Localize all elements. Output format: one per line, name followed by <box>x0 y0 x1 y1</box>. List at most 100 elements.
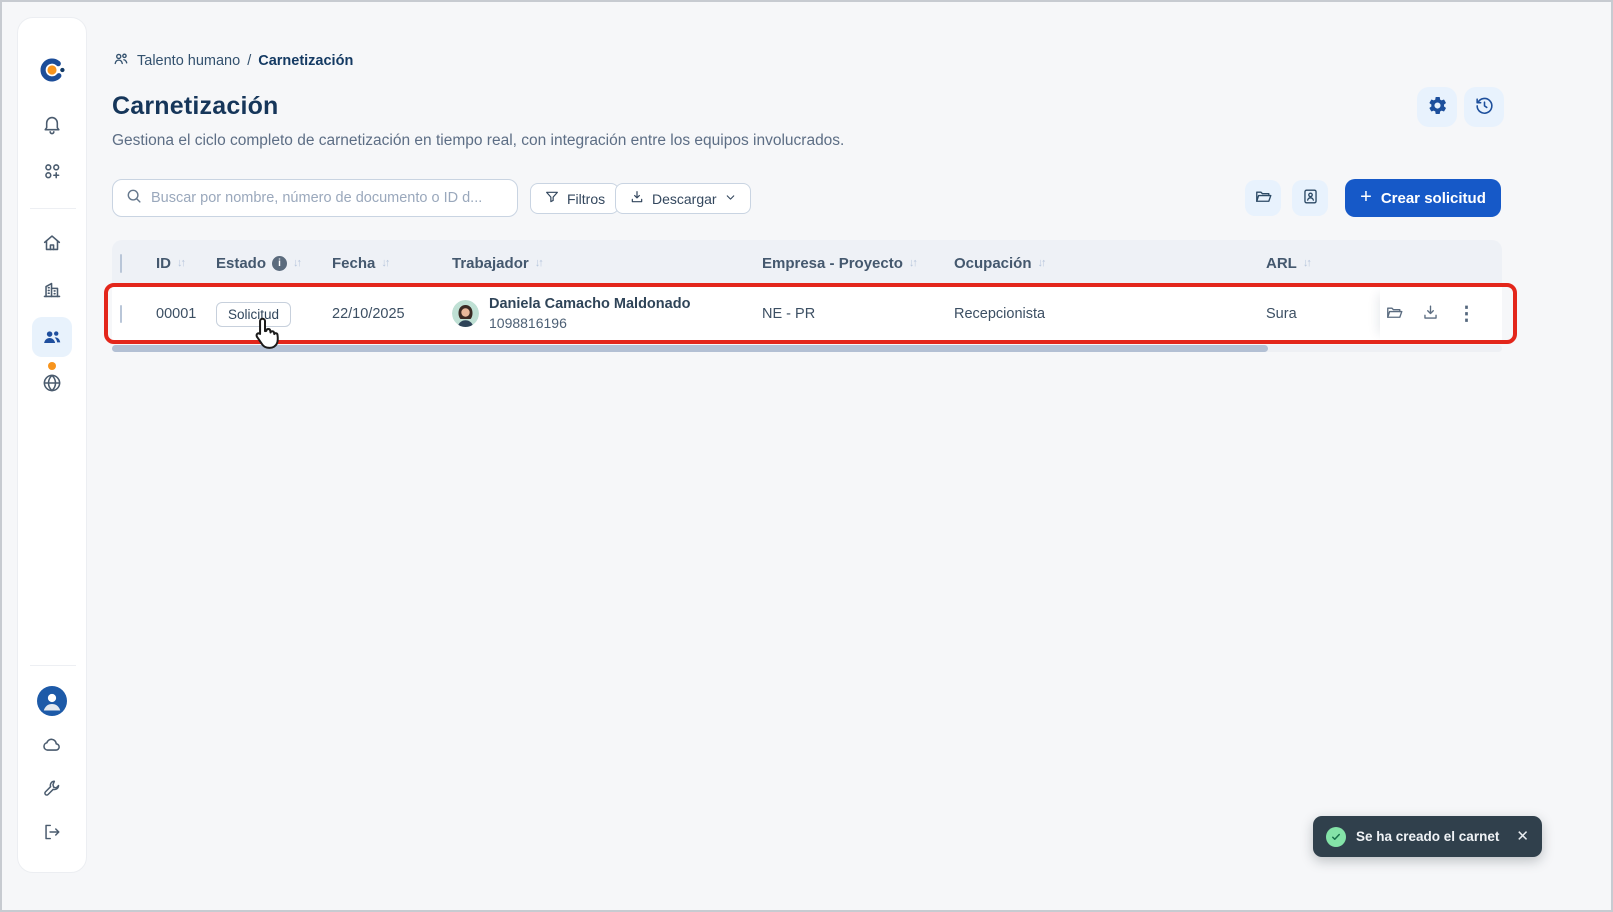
avatar-icon <box>37 686 67 716</box>
apps-grid-icon <box>41 160 63 182</box>
breadcrumb-talento-humano[interactable]: Talento humano <box>137 53 240 69</box>
sidebar-item-talento-humano[interactable] <box>32 317 72 357</box>
sidebar-item-cloud[interactable] <box>41 734 63 756</box>
page-title: Carnetización <box>112 92 279 121</box>
column-header-arl[interactable]: ARL ↓↑ <box>1266 255 1380 272</box>
sort-icon[interactable]: ↓↑ <box>909 257 916 269</box>
worker-name: Daniela Camacho Maldonado <box>489 295 690 315</box>
row-menu-icon[interactable]: ⋮ <box>1457 305 1476 324</box>
success-check-icon <box>1326 827 1346 847</box>
cell-empresa-proyecto: NE - PR <box>762 306 954 322</box>
gear-icon <box>1427 95 1448 119</box>
sidebar-item-home[interactable] <box>41 232 63 254</box>
sidebar-item-notifications[interactable] <box>41 113 63 135</box>
chevron-down-icon <box>724 191 737 207</box>
filters-label: Filtros <box>567 191 605 207</box>
sort-icon[interactable]: ↓↑ <box>1038 257 1045 269</box>
create-request-button[interactable]: + Crear solicitud <box>1345 179 1501 217</box>
download-label: Descargar <box>652 191 717 207</box>
sidebar-item-company[interactable] <box>41 279 63 301</box>
sidebar-item-logout[interactable] <box>42 822 63 843</box>
sidebar-user-avatar[interactable] <box>37 686 67 716</box>
sidebar-item-apps[interactable] <box>41 160 63 182</box>
column-header-estado[interactable]: Estado i ↓↑ <box>216 255 332 272</box>
create-request-label: Crear solicitud <box>1381 190 1486 207</box>
column-header-empresa-proyecto[interactable]: Empresa - Proyecto ↓↑ <box>762 255 954 272</box>
sidebar-divider <box>30 665 76 666</box>
users-icon <box>41 326 63 348</box>
sort-icon[interactable]: ↓↑ <box>177 257 184 269</box>
wrench-icon <box>42 778 63 799</box>
cell-fecha: 22/10/2025 <box>332 306 452 322</box>
column-label: Empresa - Proyecto <box>762 255 903 272</box>
sidebar-item-global[interactable] <box>41 372 63 394</box>
search-icon <box>125 187 143 210</box>
cell-ocupacion: Recepcionista <box>954 306 1266 322</box>
column-label: ARL <box>1266 255 1297 272</box>
filter-icon <box>544 189 560 208</box>
column-label: Fecha <box>332 255 375 272</box>
worker-avatar <box>452 300 479 327</box>
logo-icon <box>39 57 66 84</box>
row-checkbox[interactable] <box>120 305 122 323</box>
column-header-fecha[interactable]: Fecha ↓↑ <box>332 255 452 272</box>
building-icon <box>41 279 63 301</box>
sort-icon[interactable]: ↓↑ <box>1303 257 1310 269</box>
breadcrumb-current: Carnetización <box>258 53 353 69</box>
settings-button[interactable] <box>1417 87 1457 127</box>
worker-document: 1098816196 <box>489 314 690 333</box>
sort-icon[interactable]: ↓↑ <box>535 257 542 269</box>
breadcrumb: Talento humano / Carnetización <box>112 50 353 72</box>
page-subtitle: Gestiona el ciclo completo de carnetizac… <box>112 132 844 150</box>
plus-icon: + <box>1360 187 1372 207</box>
column-label: ID <box>156 255 171 272</box>
id-badge-tool-button[interactable] <box>1292 180 1328 216</box>
table-header: ID ↓↑ Estado i ↓↑ Fecha ↓↑ Trabajador ↓↑… <box>112 240 1502 286</box>
row-download-icon[interactable] <box>1421 303 1440 326</box>
cloud-icon <box>41 734 63 756</box>
column-label: Trabajador <box>452 255 529 272</box>
bell-icon <box>41 113 63 135</box>
search-bar <box>112 179 518 217</box>
status-badge[interactable]: Solicitud <box>216 302 291 327</box>
close-icon[interactable]: ✕ <box>1516 829 1529 844</box>
globe-icon <box>41 372 63 394</box>
download-icon <box>629 189 645 208</box>
column-header-id[interactable]: ID ↓↑ <box>156 255 216 272</box>
app-window: Talento humano / Carnetización Carnetiza… <box>0 0 1613 912</box>
cell-id: 00001 <box>156 306 216 322</box>
info-icon[interactable]: i <box>272 256 287 271</box>
app-logo[interactable] <box>39 57 66 84</box>
column-header-trabajador[interactable]: Trabajador ↓↑ <box>452 255 762 272</box>
row-folder-icon[interactable] <box>1385 303 1404 326</box>
id-badge-icon <box>1301 187 1320 209</box>
history-icon <box>1474 95 1495 119</box>
sort-icon[interactable]: ↓↑ <box>293 257 300 269</box>
folder-tool-button[interactable] <box>1245 180 1281 216</box>
logout-icon <box>42 822 63 843</box>
column-label: Ocupación <box>954 255 1032 272</box>
home-icon <box>41 232 63 254</box>
cell-arl: Sura <box>1266 306 1380 322</box>
table-row[interactable]: 00001 Solicitud 22/10/2025 Daniela Camac… <box>112 286 1502 343</box>
download-button[interactable]: Descargar <box>615 183 751 214</box>
search-input[interactable] <box>151 190 505 206</box>
sidebar-divider <box>30 208 76 209</box>
column-label: Estado <box>216 255 266 272</box>
sidebar <box>17 17 87 873</box>
team-icon <box>112 50 130 72</box>
select-all-checkbox[interactable] <box>120 254 122 273</box>
sidebar-item-settings[interactable] <box>42 778 63 799</box>
row-actions: ⋮ <box>1380 286 1502 342</box>
sort-icon[interactable]: ↓↑ <box>381 257 388 269</box>
history-button[interactable] <box>1464 87 1504 127</box>
cell-trabajador: Daniela Camacho Maldonado 1098816196 <box>452 295 762 333</box>
horizontal-scrollbar[interactable] <box>112 345 1268 352</box>
filters-button[interactable]: Filtros <box>530 183 619 214</box>
folder-open-icon <box>1254 187 1273 209</box>
breadcrumb-separator: / <box>247 53 251 69</box>
column-header-ocupacion[interactable]: Ocupación ↓↑ <box>954 255 1266 272</box>
toast-notification: Se ha creado el carnet ✕ <box>1313 816 1542 857</box>
requests-table: ID ↓↑ Estado i ↓↑ Fecha ↓↑ Trabajador ↓↑… <box>112 240 1502 343</box>
active-indicator-dot <box>48 362 56 370</box>
